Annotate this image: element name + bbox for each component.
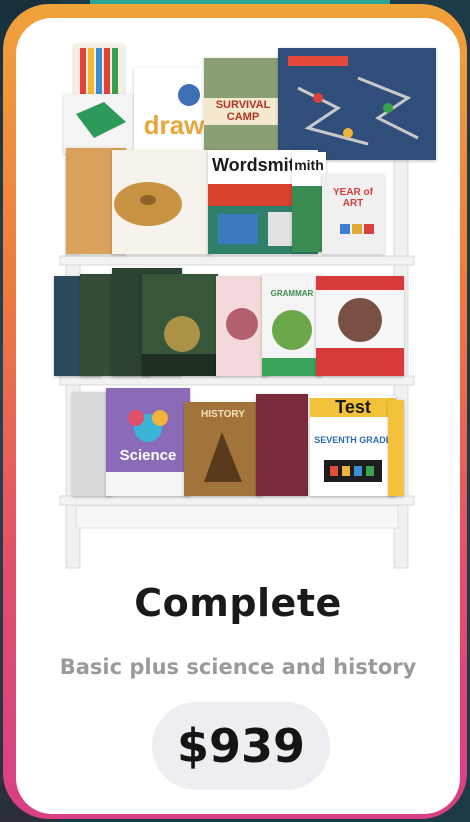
book-grammar-red xyxy=(316,276,404,376)
book-test: Test SEVENTH GRADE xyxy=(310,396,396,496)
book-marble-run xyxy=(278,48,436,160)
price-label: $939 xyxy=(176,719,306,773)
book-history: HISTORY xyxy=(184,402,262,496)
book-year-of-art: YEAR of ART xyxy=(322,174,384,254)
product-subtitle: Basic plus science and history xyxy=(59,655,417,679)
book-grammar-pink xyxy=(216,276,268,376)
book-wordsmith-2: mith xyxy=(292,152,326,252)
book-science-label: Science xyxy=(119,447,177,464)
book-draw: draw xyxy=(134,68,214,156)
book-survival-label: SURVIVAL CAMP xyxy=(204,98,282,126)
book-science: Science xyxy=(106,388,190,496)
book-geometry xyxy=(64,94,134,154)
product-card[interactable]: draw SURVIVAL CAMP Wordsmith mith YEAR o… xyxy=(16,18,460,814)
price-badge[interactable]: $939 xyxy=(152,702,330,790)
book-yellow xyxy=(388,400,404,496)
product-title: Complete xyxy=(134,581,342,625)
book-draw-label: draw xyxy=(143,110,205,140)
book-cymbals xyxy=(112,150,212,254)
product-card-frame[interactable]: draw SURVIVAL CAMP Wordsmith mith YEAR o… xyxy=(3,4,467,819)
book-maroon xyxy=(256,394,308,496)
book-survival-camp: SURVIVAL CAMP xyxy=(204,58,282,150)
book-literature-4 xyxy=(142,274,218,376)
book-grammar-green: GRAMMAR xyxy=(262,274,322,376)
book-wordsmith-2-label: mith xyxy=(294,157,324,173)
bookshelf-image: draw SURVIVAL CAMP Wordsmith mith YEAR o… xyxy=(16,18,460,578)
